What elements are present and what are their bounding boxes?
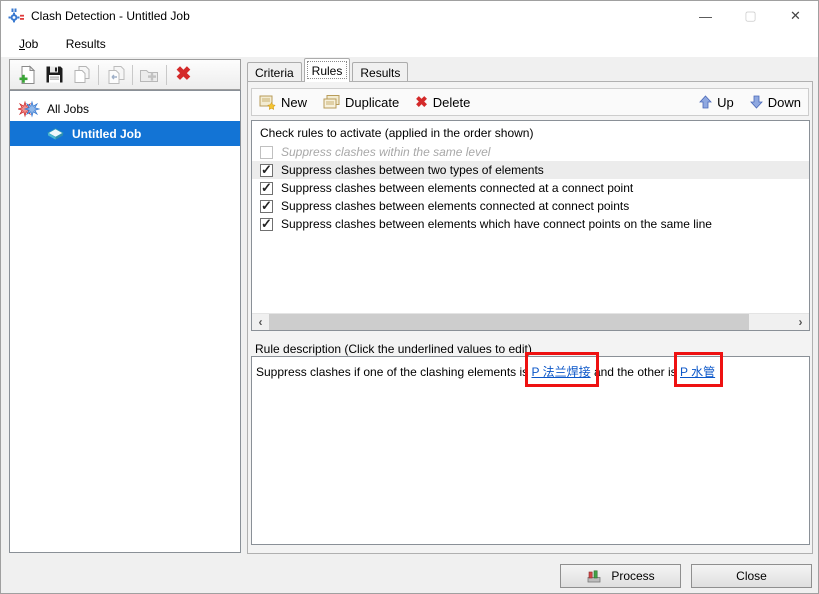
delete-rule-label: Delete: [432, 94, 471, 110]
tab-results[interactable]: Results: [352, 62, 409, 82]
new-job-icon: [18, 64, 38, 85]
scroll-left-icon[interactable]: ‹: [252, 314, 269, 331]
tab-criteria[interactable]: Criteria: [247, 62, 302, 82]
tree-item-label: Untitled Job: [72, 126, 142, 141]
import-job-button[interactable]: [102, 62, 129, 87]
rules-tab-page: New Duplicate ✖ Delete Up Down Check rul…: [247, 81, 813, 554]
rule-row[interactable]: Suppress clashes between elements connec…: [252, 179, 809, 197]
rule-label: Suppress clashes between elements connec…: [281, 181, 634, 195]
down-arrow-icon: [749, 95, 763, 109]
window-controls: — ▢ ✕: [683, 1, 818, 31]
clash-star-icon: [18, 99, 40, 119]
tree-item-all-jobs[interactable]: All Jobs: [10, 96, 240, 121]
up-arrow-icon: [699, 95, 713, 109]
new-rule-icon: [259, 94, 276, 110]
tree-item-untitled-job[interactable]: Untitled Job: [10, 121, 240, 146]
clash-detection-window: Clash Detection - Untitled Job — ▢ ✕ Job…: [0, 0, 819, 594]
rule-checkbox[interactable]: [260, 145, 273, 159]
job-toolbar: ✖: [9, 59, 241, 90]
maximize-button[interactable]: ▢: [728, 1, 773, 31]
tab-rules[interactable]: Rules: [303, 58, 351, 82]
rule-checkbox[interactable]: [260, 198, 273, 214]
save-job-icon: [45, 65, 64, 84]
add-folder-icon: [139, 65, 160, 85]
rule-description-box: Suppress clashes if one of the clashing …: [251, 352, 810, 545]
clash-detection-app-icon: [8, 8, 24, 24]
process-button[interactable]: Process: [560, 564, 681, 588]
rule-label: Suppress clashes between elements connec…: [281, 199, 630, 213]
close-dialog-button[interactable]: Close: [691, 564, 812, 588]
rules-list-header: Check rules to activate (applied in the …: [260, 126, 534, 140]
toolbar-separator: [98, 64, 99, 85]
duplicate-rule-icon: [323, 94, 340, 110]
rule-link2-annotation: P 水管: [673, 352, 724, 387]
rule-checkbox[interactable]: [260, 216, 273, 232]
move-up-button[interactable]: Up: [699, 95, 734, 110]
tree-item-label: All Jobs: [47, 101, 90, 116]
new-rule-label: New: [281, 94, 308, 110]
rule-label: Suppress clashes between two types of el…: [281, 163, 544, 177]
toolbar-separator: [132, 64, 133, 85]
rule-element-link-2[interactable]: P 水管: [680, 365, 715, 379]
move-down-label: Down: [767, 94, 801, 110]
menu-job[interactable]: Job: [7, 31, 50, 55]
rule-row[interactable]: Suppress clashes between elements connec…: [252, 197, 809, 215]
job-tree: All Jobs Untitled Job: [9, 90, 241, 553]
scroll-right-icon[interactable]: ›: [792, 314, 809, 331]
new-rule-button[interactable]: New: [259, 94, 307, 110]
save-job-button[interactable]: [41, 62, 68, 87]
close-button[interactable]: ✕: [773, 1, 818, 31]
move-up-label: Up: [717, 94, 734, 110]
duplicate-rule-button[interactable]: Duplicate: [323, 94, 399, 110]
menubar: Job Results: [1, 31, 818, 57]
new-job-button[interactable]: [14, 62, 41, 87]
delete-job-button[interactable]: ✖: [170, 62, 197, 87]
menu-results[interactable]: Results: [54, 31, 118, 55]
move-down-button[interactable]: Down: [749, 94, 801, 110]
titlebar: Clash Detection - Untitled Job — ▢ ✕: [1, 1, 818, 31]
rules-toolbar: New Duplicate ✖ Delete Up Down: [251, 88, 809, 116]
minimize-button[interactable]: —: [683, 1, 728, 31]
rule-label: Suppress clashes within the same level: [281, 145, 491, 159]
rules-checklist: Check rules to activate (applied in the …: [251, 120, 810, 331]
rule-checkbox[interactable]: [260, 162, 273, 178]
close-label: Close: [736, 569, 767, 583]
import-job-icon: [106, 65, 126, 85]
horizontal-scrollbar[interactable]: ‹ ›: [252, 313, 809, 330]
copy-job-icon: [72, 65, 92, 85]
delete-rule-button[interactable]: ✖ Delete: [415, 95, 470, 110]
copy-job-button[interactable]: [68, 62, 95, 87]
rule-description-text1: Suppress clashes if one of the clashing …: [256, 365, 532, 379]
rule-row[interactable]: Suppress clashes within the same level: [252, 143, 809, 161]
rule-row[interactable]: Suppress clashes between two types of el…: [252, 161, 809, 179]
delete-job-icon: ✖: [175, 64, 192, 85]
toolbar-separator: [166, 64, 167, 85]
delete-rule-icon: ✖: [415, 93, 428, 111]
add-folder-button[interactable]: [136, 62, 163, 87]
rule-description-label: Rule description (Click the underlined v…: [255, 342, 532, 356]
rule-link1-annotation: P 法兰焊接: [525, 352, 599, 387]
rule-checkbox[interactable]: [260, 180, 273, 196]
process-icon: [586, 568, 602, 584]
tabstrip: Criteria Rules Results: [247, 58, 410, 82]
scrollbar-thumb[interactable]: [269, 313, 749, 330]
rule-label: Suppress clashes between elements which …: [281, 217, 712, 231]
duplicate-rule-label: Duplicate: [345, 94, 400, 110]
rule-element-link-1[interactable]: P 法兰焊接: [531, 365, 590, 379]
process-label: Process: [611, 569, 655, 583]
job-box-icon: [46, 126, 65, 141]
rule-row[interactable]: Suppress clashes between elements which …: [252, 215, 809, 233]
rule-description-text2: and the other is: [590, 365, 680, 379]
window-title: Clash Detection - Untitled Job: [31, 9, 190, 23]
rules-rows: Suppress clashes within the same level S…: [252, 143, 809, 233]
